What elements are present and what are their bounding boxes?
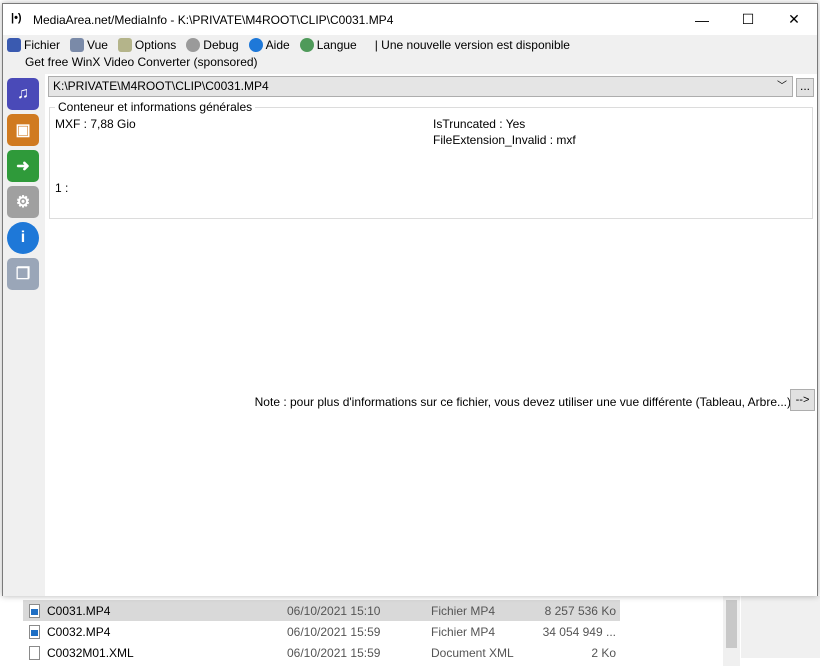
menu-label: Aide (265, 38, 290, 52)
file-type: Fichier MP4 (431, 603, 496, 618)
file-row[interactable]: C0032.MP4 06/10/2021 15:59 Fichier MP4 3… (23, 621, 620, 642)
file-size: 34 054 949 ... (542, 624, 616, 639)
options-icon (117, 38, 132, 52)
file-row[interactable]: C0032M01.XML 06/10/2021 15:59 Document X… (23, 642, 620, 663)
mediainfo-logo-icon: |•) (11, 12, 22, 24)
main-panel: K:\PRIVATE\M4ROOT\CLIP\C0031.MP4 ﹀ ... Co… (45, 74, 817, 596)
file-path: K:\PRIVATE\M4ROOT\CLIP\C0031.MP4 (53, 79, 269, 93)
menu-options[interactable]: Options (117, 38, 177, 52)
menu-label: Vue (87, 38, 108, 52)
explorer-background (741, 596, 820, 658)
menu-label: Langue (316, 38, 357, 52)
general-info-group: Conteneur et informations générales MXF … (49, 100, 813, 219)
window-title: MediaArea.net/MediaInfo - K:\PRIVATE\M4R… (33, 12, 394, 27)
file-name: C0032M01.XML (47, 645, 134, 660)
open-file-icon[interactable]: ♫ (7, 78, 39, 110)
group-title: Conteneur et informations générales (55, 100, 256, 114)
file-type: Fichier MP4 (431, 624, 496, 639)
truncated-info: IsTruncated : Yes (433, 117, 526, 131)
format-info: MXF : 7,88 Gio (55, 117, 136, 131)
file-name: C0031.MP4 (47, 603, 111, 618)
mp4-file-icon (29, 624, 40, 639)
file-name: C0032.MP4 (47, 624, 111, 639)
chevron-down-icon: ﹀ (777, 81, 787, 92)
view-icon (70, 38, 85, 52)
web-icon[interactable]: ❐ (7, 258, 39, 290)
next-view-button[interactable]: --> (790, 389, 815, 411)
scrollbar-thumb[interactable] (726, 600, 737, 648)
menu-label: Options (134, 38, 177, 52)
about-icon[interactable]: i (7, 222, 39, 254)
file-icon (7, 38, 21, 52)
preferences-icon[interactable]: ⚙ (7, 186, 39, 218)
globe-icon (299, 38, 314, 52)
menu-aide[interactable]: Aide (248, 38, 290, 52)
file-date: 06/10/2021 15:59 (287, 645, 381, 660)
file-select[interactable]: K:\PRIVATE\M4ROOT\CLIP\C0031.MP4 ﹀ (48, 76, 793, 97)
close-button[interactable]: ✕ (771, 4, 817, 35)
sidebar: ♫ ▣ ➜ ⚙ i ❐ (3, 74, 45, 596)
open-folder-icon[interactable]: ▣ (7, 114, 39, 146)
export-icon[interactable]: ➜ (7, 150, 39, 182)
xml-file-icon (29, 645, 40, 660)
file-size: 8 257 536 Ko (544, 603, 616, 618)
browse-button[interactable]: ... (796, 78, 814, 97)
stream-info: 1 : (55, 181, 69, 195)
view-note: Note : pour plus d'informations sur ce f… (254, 395, 791, 409)
menu-label: Debug (203, 38, 239, 52)
file-date: 06/10/2021 15:10 (287, 603, 381, 618)
menu-bar: Fichier Vue Options Debug Aide Langue | … (3, 35, 817, 55)
menu-label: Fichier (24, 38, 61, 52)
mp4-file-icon (29, 603, 40, 618)
sponsor-link[interactable]: Get free WinX Video Converter (sponsored… (3, 55, 817, 71)
file-size: 2 Ko (591, 645, 616, 660)
mediainfo-window: |•) MediaArea.net/MediaInfo - K:\PRIVATE… (2, 3, 818, 596)
maximize-button[interactable]: ☐ (725, 4, 771, 35)
debug-icon (186, 38, 201, 52)
file-date: 06/10/2021 15:59 (287, 624, 381, 639)
minimize-button[interactable]: — (679, 4, 725, 35)
file-type: Document XML (431, 645, 514, 660)
file-explorer-list: C0031.MP4 06/10/2021 15:10 Fichier MP4 8… (0, 596, 820, 666)
update-notice-link[interactable]: | Une nouvelle version est disponible (375, 38, 570, 52)
menu-debug[interactable]: Debug (186, 38, 239, 52)
title-bar: |•) MediaArea.net/MediaInfo - K:\PRIVATE… (3, 4, 817, 35)
menu-vue[interactable]: Vue (70, 38, 108, 52)
menu-fichier[interactable]: Fichier (7, 38, 60, 52)
help-icon (248, 38, 263, 52)
menu-langue[interactable]: Langue (299, 38, 357, 52)
extension-info: FileExtension_Invalid : mxf (433, 133, 576, 147)
file-row[interactable]: C0031.MP4 06/10/2021 15:10 Fichier MP4 8… (23, 600, 620, 621)
